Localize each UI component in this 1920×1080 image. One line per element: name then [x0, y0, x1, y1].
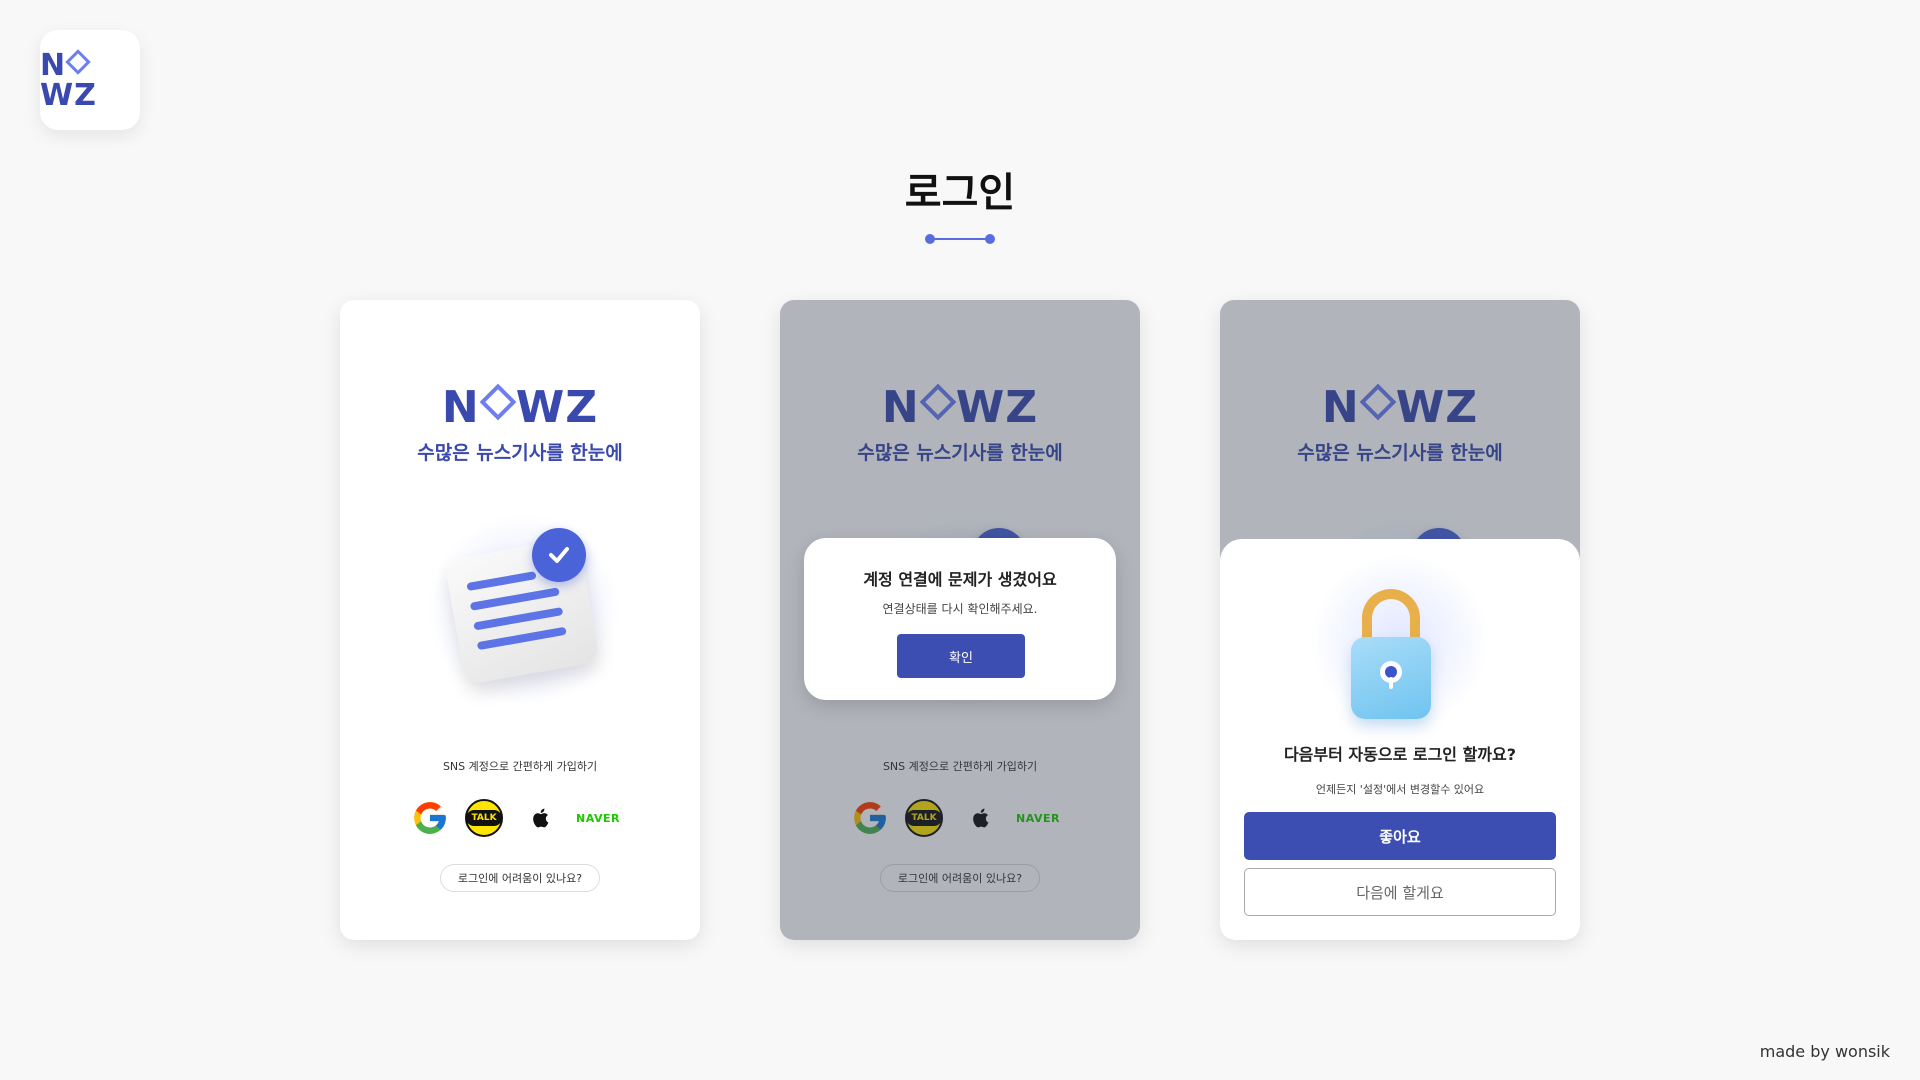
app-logo-icon: N WZ — [40, 30, 140, 130]
phone-login-screen: N WZ 수많은 뉴스기사를 한눈에 SNS 계정으로 간편하게 가입하기 TAL… — [340, 300, 700, 940]
error-dialog: 계정 연결에 문제가 생겼어요 연결상태를 다시 확인해주세요. 확인 — [804, 538, 1116, 700]
accept-autologin-button[interactable]: 좋아요 — [1244, 812, 1556, 860]
kakao-talk-icon: TALK — [466, 810, 502, 826]
sheet-title: 다음부터 자동으로 로그인 할까요? — [1283, 745, 1517, 764]
dialog-message: 연결상태를 다시 확인해주세요. — [882, 602, 1038, 616]
sns-signup-prompt: SNS 계정으로 간편하게 가입하기 — [442, 760, 598, 773]
kakao-login-button[interactable]: TALK — [464, 798, 504, 838]
sheet-message: 언제든지 '설정'에서 변경할수 있어요 — [1315, 783, 1485, 796]
login-help-button[interactable]: 로그인에 어려움이 있나요? — [440, 864, 600, 892]
credit-text: made by wonsik — [1759, 1042, 1890, 1061]
newz-logo: N WZ — [441, 382, 599, 433]
lock-body — [1351, 637, 1431, 719]
later-button[interactable]: 다음에 할게요 — [1244, 868, 1556, 916]
dialog-title: 계정 연결에 문제가 생겼어요 — [863, 570, 1057, 589]
google-icon — [414, 802, 446, 834]
tagline: 수많은 뉴스기사를 한눈에 — [417, 442, 623, 464]
apple-login-button[interactable] — [520, 798, 560, 838]
naver-logo: NAVER — [576, 811, 620, 825]
confirm-button[interactable]: 확인 — [897, 634, 1025, 678]
checkmark-icon — [532, 528, 586, 582]
page-title: 로그인 — [904, 170, 1016, 216]
google-login-button[interactable] — [410, 798, 450, 838]
app-logo-wordmark: N WZ — [40, 48, 97, 113]
naver-login-button[interactable]: NAVER — [570, 798, 626, 838]
sns-login-row: TALK NAVER — [410, 798, 630, 842]
phone-error-screen: N WZ 수많은 뉴스기사를 한눈에 SNS 계정으로 간편하게 가입하기 TAL… — [780, 300, 1140, 940]
phone-autologin-screen: N WZ 수많은 뉴스기사를 한눈에 다음부터 자동으로 로그인 할까요? 언제든… — [1220, 300, 1580, 940]
autologin-bottom-sheet: 다음부터 자동으로 로그인 할까요? 언제든지 '설정'에서 변경할수 있어요 … — [1220, 539, 1580, 940]
title-underline — [925, 233, 995, 245]
news-document-illustration — [424, 510, 624, 710]
apple-icon — [533, 808, 549, 828]
